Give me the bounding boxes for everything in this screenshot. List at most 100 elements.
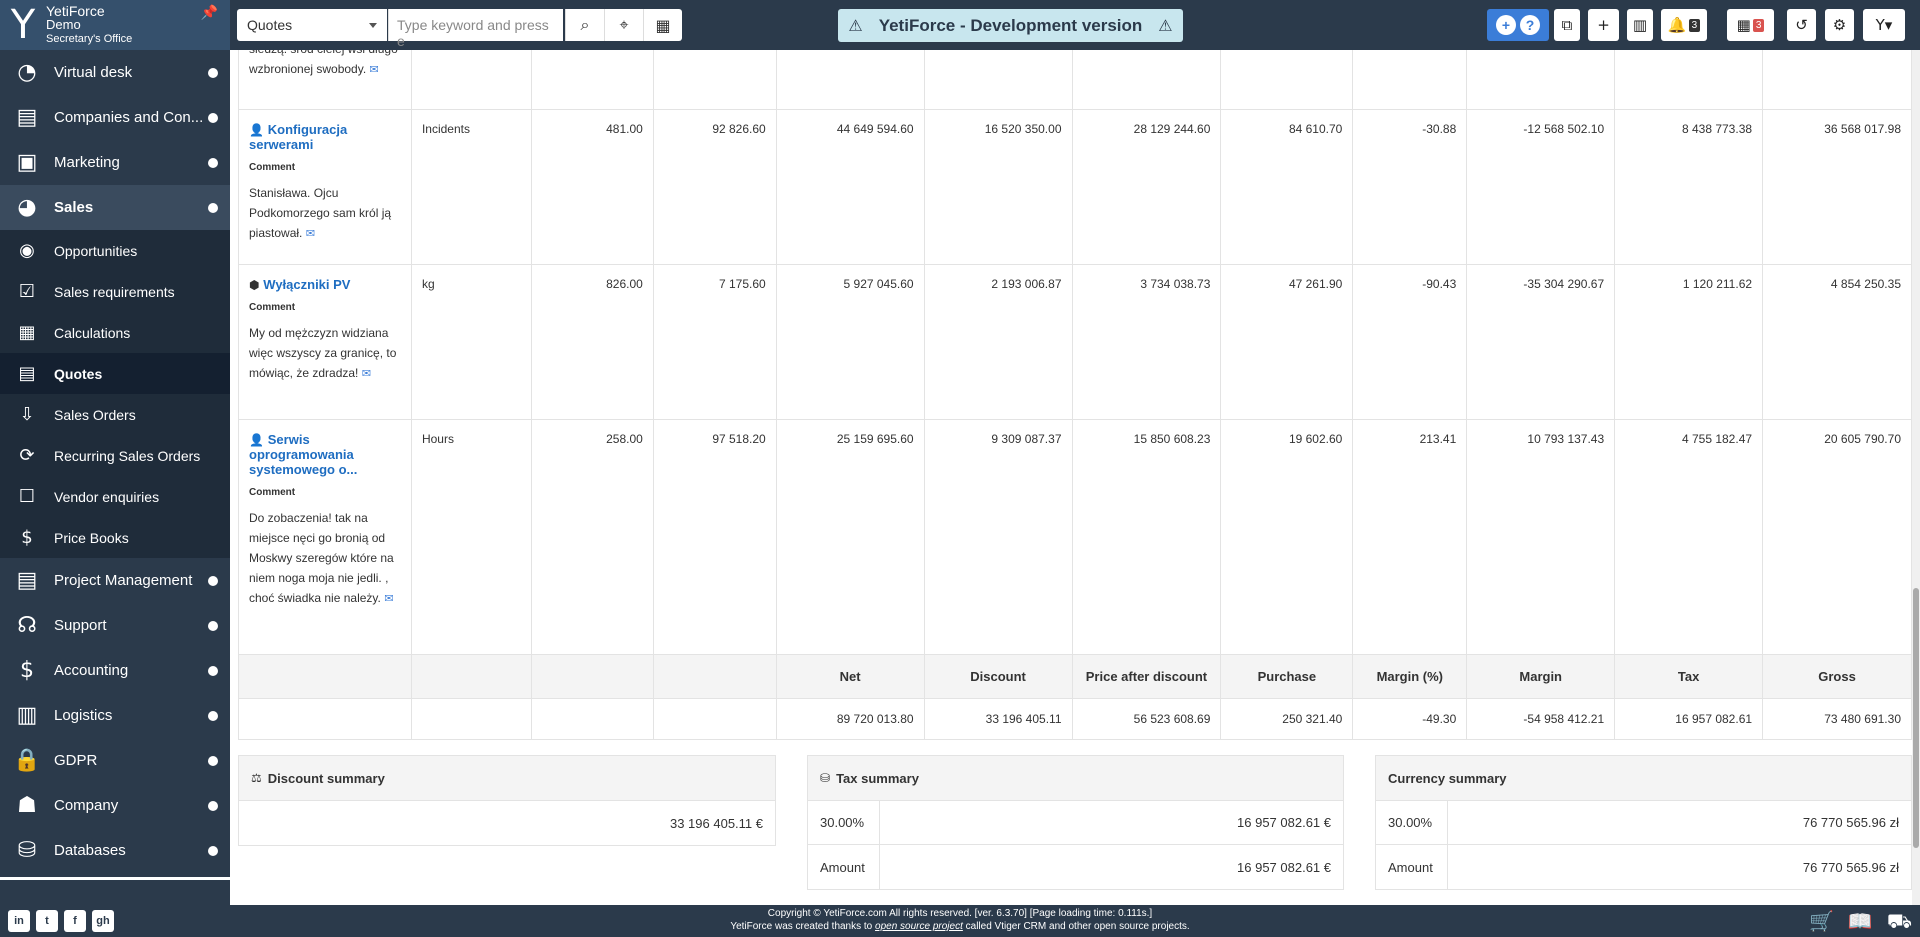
newspaper-icon: ▣ bbox=[16, 150, 38, 175]
chat-button[interactable]: +? bbox=[1487, 9, 1549, 41]
menu2-item-6[interactable]: ⛁ Databases bbox=[0, 828, 230, 873]
facebook-icon[interactable]: f bbox=[64, 910, 86, 932]
quick-create-button[interactable]: + bbox=[1588, 9, 1619, 41]
notifications-count: 3 bbox=[1688, 18, 1701, 32]
currency-summary-title: Currency summary bbox=[1388, 770, 1507, 786]
notifications-button[interactable]: 🔔 3 bbox=[1661, 9, 1707, 41]
menu-item-0[interactable]: ◔ Virtual desk bbox=[0, 50, 230, 95]
copy-icon[interactable]: ⧉ bbox=[1554, 9, 1580, 41]
discount-icon: ⚖ bbox=[251, 771, 262, 785]
service-icon: 👤 bbox=[249, 433, 268, 447]
module-select[interactable]: Quotes bbox=[237, 9, 387, 41]
margin-cell: -35 304 290.67 bbox=[1466, 264, 1616, 420]
expand-icon[interactable] bbox=[208, 575, 218, 586]
submenu-item-label: Vendor enquiries bbox=[54, 488, 160, 505]
menu2-item-4[interactable]: 🔒 GDPR bbox=[0, 738, 230, 783]
history-icon[interactable]: ↺ bbox=[1787, 9, 1816, 41]
expand-icon[interactable] bbox=[208, 665, 218, 676]
expand-icon[interactable] bbox=[208, 800, 218, 811]
module-icon: ▤ bbox=[16, 568, 38, 593]
mail-icon[interactable]: ✉ bbox=[370, 63, 379, 76]
submenu-icon: ☑ bbox=[18, 281, 36, 302]
user-menu-button[interactable]: Y▾ bbox=[1863, 9, 1905, 41]
product-name-link[interactable]: Wyłączniki PV bbox=[263, 277, 350, 292]
search-icon[interactable]: ⌕ bbox=[565, 9, 604, 41]
menu2-item-5[interactable]: ☗ Company bbox=[0, 783, 230, 828]
github-icon[interactable]: gh bbox=[92, 910, 114, 932]
submenu-item-3[interactable]: ▤ Quotes bbox=[0, 353, 230, 394]
submenu-item-0[interactable]: ◉ Opportunities bbox=[0, 230, 230, 271]
submenu-item-6[interactable]: ☐ Vendor enquiries bbox=[0, 476, 230, 517]
module-icon: 🔒 bbox=[13, 748, 41, 773]
gear-icon[interactable]: ⚙ bbox=[1825, 9, 1854, 41]
linkedin-icon[interactable]: in bbox=[8, 910, 30, 932]
menu2-item-3[interactable]: ▥ Logistics bbox=[0, 693, 230, 738]
gross-cell: 4 854 250.35 bbox=[1762, 264, 1912, 420]
discount-summary-title: Discount summary bbox=[267, 770, 385, 786]
tax-amount-label: Amount bbox=[808, 845, 880, 889]
expand-icon[interactable] bbox=[208, 710, 218, 721]
expand-icon[interactable] bbox=[208, 67, 218, 78]
summary-header: Margin (%) bbox=[1352, 654, 1468, 699]
menu2-item-0[interactable]: ▤ Project Management bbox=[0, 558, 230, 603]
module-icon: ▥ bbox=[16, 703, 38, 728]
table-row: ⬢ Wyłączniki PV Comment My od mężczyzn wid… bbox=[238, 264, 1912, 420]
submenu-icon: ⟳ bbox=[19, 445, 35, 466]
summary-value: -54 958 412.21 bbox=[1466, 698, 1616, 740]
summary-value: 73 480 691.30 bbox=[1762, 698, 1912, 740]
table-row: siedzą: środ cielej wsi długo wzbronione… bbox=[238, 50, 1912, 110]
menu-item-label: GDPR bbox=[54, 752, 98, 769]
cart-lock-icon[interactable]: ⛟ bbox=[1887, 909, 1912, 936]
calendar-count: 3 bbox=[1752, 18, 1765, 32]
table-row: 👤 Serwis oprogramowania systemowego o...… bbox=[238, 419, 1912, 655]
user-role: Secretary's Office bbox=[46, 33, 133, 45]
menu-separator bbox=[0, 877, 230, 880]
scrollbar[interactable] bbox=[1912, 50, 1920, 905]
pin-icon[interactable]: 📌 bbox=[201, 4, 218, 21]
collapse-icon[interactable] bbox=[208, 202, 218, 213]
tax-icon: ⛁ bbox=[820, 771, 831, 785]
shopping-cart-icon[interactable]: 🛒 bbox=[1809, 909, 1834, 936]
gauge-icon: ◔ bbox=[17, 60, 37, 85]
summary-value: 56 523 608.69 bbox=[1071, 698, 1222, 740]
expand-icon[interactable] bbox=[208, 112, 218, 123]
submenu-item-5[interactable]: ⟳ Recurring Sales Orders bbox=[0, 435, 230, 476]
submenu-icon: ▤ bbox=[18, 363, 36, 384]
grid-icon[interactable]: ▦ bbox=[643, 9, 682, 41]
menu2-item-1[interactable]: ☊ Support bbox=[0, 603, 230, 648]
books-icon[interactable]: ▥ bbox=[1627, 9, 1653, 41]
expand-icon[interactable] bbox=[208, 755, 218, 766]
expand-icon[interactable] bbox=[208, 620, 218, 631]
tax-summary-panel: ⛁ Tax summary 30.00% 16 957 082.61 € Amoun… bbox=[807, 755, 1344, 890]
mail-icon[interactable]: ✉ bbox=[302, 227, 315, 240]
margin-cell: 10 793 137.43 bbox=[1466, 419, 1616, 655]
submenu-item-1[interactable]: ☑ Sales requirements bbox=[0, 271, 230, 312]
menu2-item-2[interactable]: $ Accounting bbox=[0, 648, 230, 693]
mail-icon[interactable]: ✉ bbox=[358, 367, 371, 380]
menu-item-2[interactable]: ▣ Marketing bbox=[0, 140, 230, 185]
submenu-item-label: Sales requirements bbox=[54, 283, 175, 300]
comment-text: Do zobaczenia! tak na miejsce nęci go br… bbox=[249, 508, 401, 609]
comment-text: Stanisława. Ojcu Podkomorzego sam król j… bbox=[249, 183, 401, 244]
expand-icon[interactable] bbox=[208, 845, 218, 856]
open-source-link[interactable]: open source project bbox=[875, 921, 963, 932]
menu-item-3[interactable]: ◕ Sales bbox=[0, 185, 230, 230]
submenu-item-7[interactable]: $ Price Books bbox=[0, 517, 230, 558]
submenu-item-4[interactable]: ⇩ Sales Orders bbox=[0, 394, 230, 435]
calendar-button[interactable]: ▦ 3 bbox=[1727, 9, 1774, 41]
summary-value: 250 321.40 bbox=[1220, 698, 1354, 740]
twitter-icon[interactable]: t bbox=[36, 910, 58, 932]
search-input[interactable]: Type keyword and press e bbox=[388, 9, 563, 49]
mail-icon[interactable]: ✉ bbox=[381, 592, 393, 605]
submenu-item-2[interactable]: ▦ Calculations bbox=[0, 312, 230, 353]
book-icon[interactable]: 📖 bbox=[1848, 909, 1873, 936]
expand-icon[interactable] bbox=[208, 157, 218, 168]
service-icon: 👤 bbox=[249, 123, 268, 137]
menu-item-label: Marketing bbox=[54, 154, 120, 171]
yetiforce-logo-icon[interactable]: Y bbox=[0, 0, 46, 50]
menu-item-1[interactable]: ▤ Companies and Con... bbox=[0, 95, 230, 140]
scrollbar-thumb[interactable] bbox=[1913, 588, 1919, 848]
crosshair-icon[interactable]: ⌖ bbox=[604, 9, 643, 41]
unit-cell: Hours bbox=[410, 419, 532, 655]
summary-value: 33 196 405.11 bbox=[923, 698, 1073, 740]
